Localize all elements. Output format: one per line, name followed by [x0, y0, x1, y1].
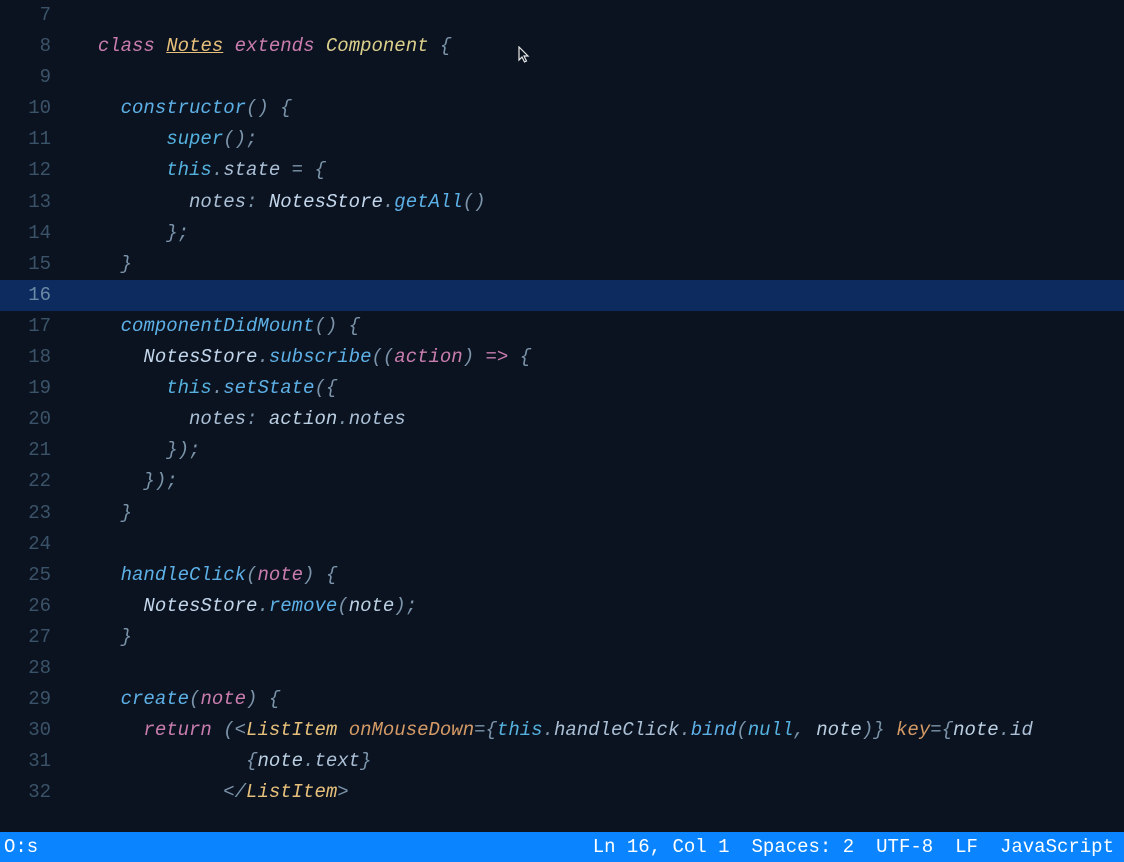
code-content: handleClick(note) {	[75, 560, 337, 591]
code-content: notes: NotesStore.getAll()	[75, 187, 486, 218]
code-line[interactable]: 14 };	[0, 218, 1124, 249]
line-number: 22	[0, 466, 75, 497]
status-cursor-position[interactable]: Ln 16, Col 1	[593, 836, 730, 858]
code-line[interactable]: 13 notes: NotesStore.getAll()	[0, 187, 1124, 218]
code-content: });	[75, 435, 200, 466]
line-number: 24	[0, 529, 75, 560]
status-mode[interactable]: O:s	[4, 836, 38, 858]
code-content: super();	[75, 124, 257, 155]
line-number: 26	[0, 591, 75, 622]
code-content: this.state = {	[75, 155, 326, 186]
line-number: 32	[0, 777, 75, 808]
line-number: 13	[0, 187, 75, 218]
line-number: 7	[0, 0, 75, 31]
code-content: componentDidMount() {	[75, 311, 360, 342]
code-line[interactable]: 10 constructor() {	[0, 93, 1124, 124]
code-line[interactable]: 32 </ListItem>	[0, 777, 1124, 808]
line-number: 29	[0, 684, 75, 715]
line-number: 10	[0, 93, 75, 124]
code-line[interactable]: 11 super();	[0, 124, 1124, 155]
code-content: }	[75, 498, 132, 529]
code-line[interactable]: 9	[0, 62, 1124, 93]
code-line[interactable]: 12 this.state = {	[0, 155, 1124, 186]
code-content: };	[75, 218, 189, 249]
status-indentation[interactable]: Spaces: 2	[752, 836, 855, 858]
line-number: 14	[0, 218, 75, 249]
code-content: {note.text}	[75, 746, 371, 777]
code-content: notes: action.notes	[75, 404, 406, 435]
code-line[interactable]: 29 create(note) {	[0, 684, 1124, 715]
code-line[interactable]: 18 NotesStore.subscribe((action) => {	[0, 342, 1124, 373]
code-line[interactable]: 15 }	[0, 249, 1124, 280]
status-eol[interactable]: LF	[955, 836, 978, 858]
code-content: NotesStore.subscribe((action) => {	[75, 342, 531, 373]
line-number: 18	[0, 342, 75, 373]
line-number: 17	[0, 311, 75, 342]
code-line[interactable]: 20 notes: action.notes	[0, 404, 1124, 435]
line-number: 30	[0, 715, 75, 746]
code-line[interactable]: 26 NotesStore.remove(note);	[0, 591, 1124, 622]
line-number: 16	[0, 280, 75, 311]
line-number: 27	[0, 622, 75, 653]
code-line[interactable]: 22 });	[0, 466, 1124, 497]
line-number: 15	[0, 249, 75, 280]
line-number: 28	[0, 653, 75, 684]
line-number: 31	[0, 746, 75, 777]
code-line[interactable]: 23 }	[0, 498, 1124, 529]
code-line[interactable]: 31 {note.text}	[0, 746, 1124, 777]
code-area[interactable]: 7 8 class Notes extends Component { 9 10…	[0, 0, 1124, 832]
code-content: create(note) {	[75, 684, 280, 715]
code-content: }	[75, 622, 132, 653]
code-line[interactable]: 28	[0, 653, 1124, 684]
code-content: </ListItem>	[75, 777, 349, 808]
code-line[interactable]: 21 });	[0, 435, 1124, 466]
line-number: 25	[0, 560, 75, 591]
line-number: 11	[0, 124, 75, 155]
line-number: 21	[0, 435, 75, 466]
code-line[interactable]: 27 }	[0, 622, 1124, 653]
code-content: }	[75, 249, 132, 280]
code-line[interactable]: 19 this.setState({	[0, 373, 1124, 404]
code-line-current[interactable]: 16	[0, 280, 1124, 311]
line-number: 9	[0, 62, 75, 93]
status-language[interactable]: JavaScript	[1000, 836, 1114, 858]
line-number: 12	[0, 155, 75, 186]
code-line[interactable]: 8 class Notes extends Component {	[0, 31, 1124, 62]
code-line[interactable]: 17 componentDidMount() {	[0, 311, 1124, 342]
code-content: });	[75, 466, 178, 497]
line-number: 19	[0, 373, 75, 404]
code-line[interactable]: 24	[0, 529, 1124, 560]
status-bar: O:s Ln 16, Col 1 Spaces: 2 UTF-8 LF Java…	[0, 832, 1124, 862]
code-line[interactable]: 7	[0, 0, 1124, 31]
code-content: class Notes extends Component {	[75, 31, 451, 62]
code-content: return (<ListItem onMouseDown={this.hand…	[75, 715, 1033, 746]
code-content: NotesStore.remove(note);	[75, 591, 417, 622]
code-content: constructor() {	[75, 93, 292, 124]
code-editor[interactable]: 7 8 class Notes extends Component { 9 10…	[0, 0, 1124, 832]
line-number: 23	[0, 498, 75, 529]
status-encoding[interactable]: UTF-8	[876, 836, 933, 858]
code-line[interactable]: 25 handleClick(note) {	[0, 560, 1124, 591]
code-content: this.setState({	[75, 373, 337, 404]
line-number: 20	[0, 404, 75, 435]
line-number: 8	[0, 31, 75, 62]
code-line[interactable]: 30 return (<ListItem onMouseDown={this.h…	[0, 715, 1124, 746]
